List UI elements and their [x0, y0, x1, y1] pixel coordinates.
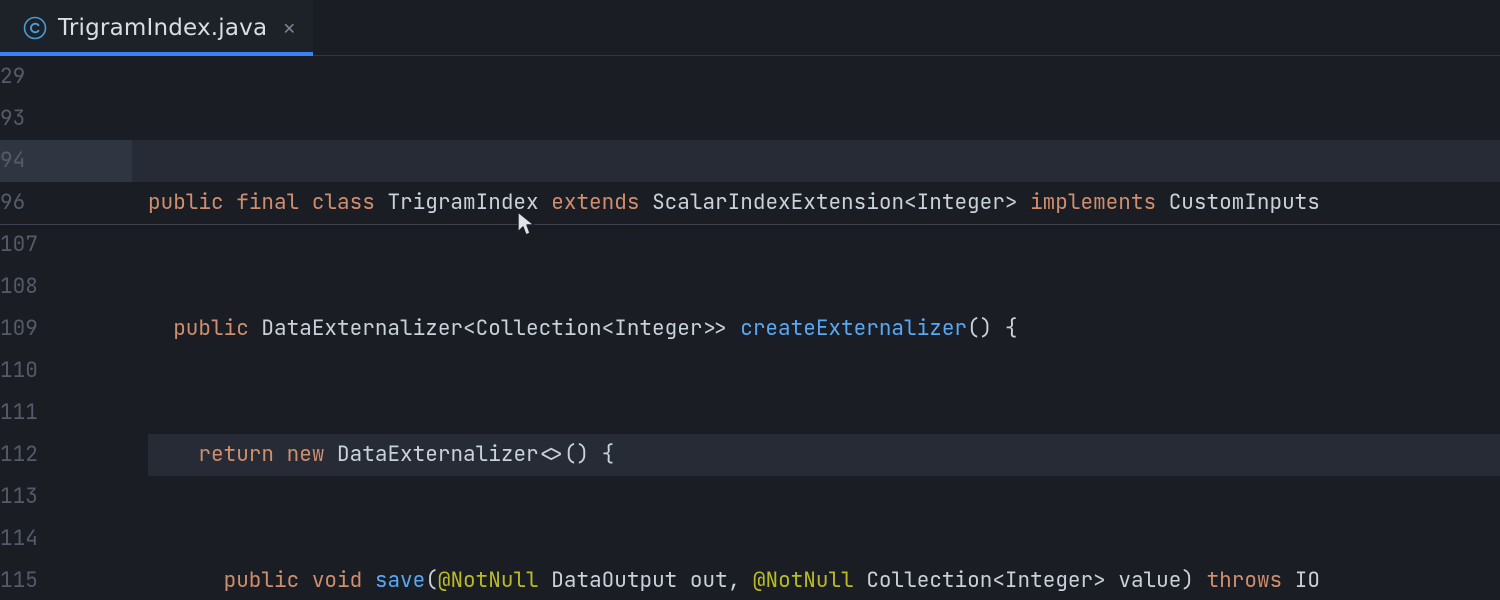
line-number: 115 — [0, 560, 132, 600]
line-number: 114 — [0, 518, 132, 560]
tab-trigram-index[interactable]: TrigramIndex.java ✕ — [0, 0, 313, 55]
line-number: 110 — [0, 350, 132, 392]
java-class-icon — [22, 15, 48, 41]
line-number: 109 — [0, 308, 132, 350]
code-line: return new DataExternalizer<>() { — [148, 434, 1500, 476]
code-line: public void save(@NotNull DataOutput out… — [148, 560, 1500, 600]
code-area[interactable]: public final class TrigramIndex extends … — [148, 56, 1500, 600]
editor[interactable]: 29 93 94 96 107108109110111112113114115 … — [0, 56, 1500, 600]
code-line: public DataExternalizer<Collection<Integ… — [148, 308, 1500, 350]
line-number: 93 — [0, 98, 132, 140]
line-number: 108 — [0, 266, 132, 308]
line-number: 112 — [0, 434, 132, 476]
tab-title: TrigramIndex.java — [58, 15, 267, 41]
tab-bar: TrigramIndex.java ✕ — [0, 0, 1500, 56]
line-number: 111 — [0, 392, 132, 434]
close-icon[interactable]: ✕ — [283, 18, 295, 38]
line-number: 29 — [0, 56, 132, 98]
code-line: public final class TrigramIndex extends … — [148, 182, 1500, 224]
line-number: 94 — [0, 140, 132, 182]
line-number: 96 — [0, 182, 132, 224]
line-number: 107 — [0, 224, 132, 266]
line-number: 113 — [0, 476, 132, 518]
gutter: 29 93 94 96 107108109110111112113114115 — [0, 56, 148, 600]
